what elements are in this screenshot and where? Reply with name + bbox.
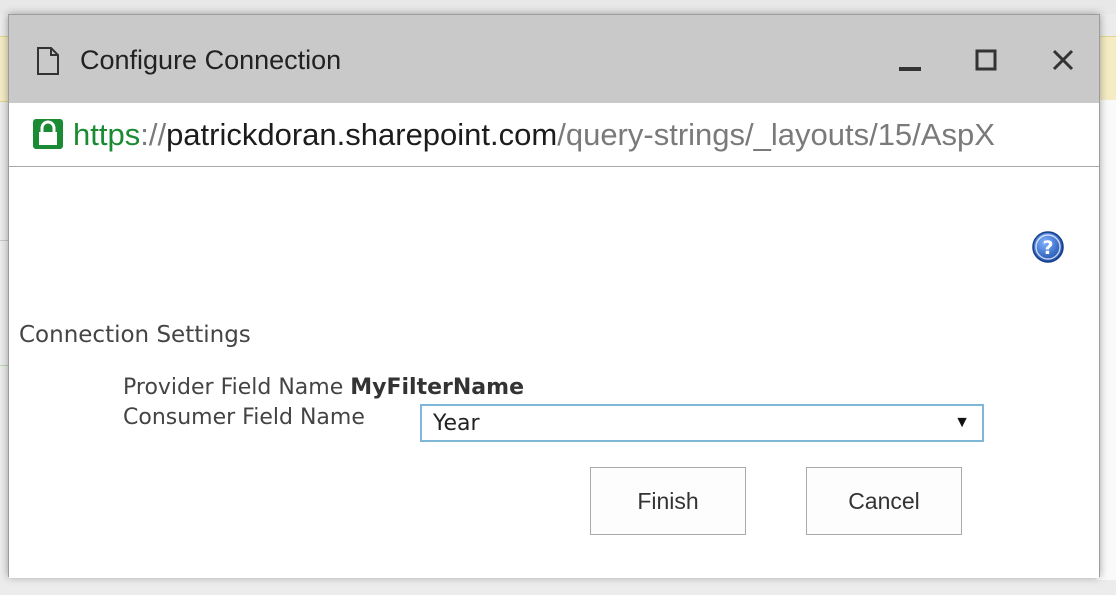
svg-text:?: ? xyxy=(1042,237,1053,259)
consumer-field-label: Consumer Field Name xyxy=(123,405,365,430)
help-icon[interactable]: ? xyxy=(1031,230,1065,264)
consumer-field-select[interactable]: Year ▼ xyxy=(420,404,984,442)
consumer-field-selected-value: Year xyxy=(433,410,480,436)
address-bar[interactable]: https://patrickdoran.sharepoint.com/quer… xyxy=(9,103,1099,167)
url-host: patrickdoran.sharepoint.com xyxy=(166,117,558,152)
minimize-button[interactable] xyxy=(893,43,927,77)
maximize-button[interactable] xyxy=(969,43,1003,77)
lock-icon xyxy=(33,119,63,149)
url-separator: :// xyxy=(140,117,167,152)
document-icon xyxy=(37,47,59,75)
close-button[interactable] xyxy=(1046,43,1080,77)
chevron-down-icon: ▼ xyxy=(954,414,970,431)
dialog-titlebar[interactable]: Configure Connection xyxy=(9,15,1099,103)
maximize-icon xyxy=(975,49,997,71)
configure-connection-dialog: Configure Connection https://patrickdora… xyxy=(8,14,1100,578)
finish-button[interactable]: Finish xyxy=(590,467,746,535)
connection-settings-heading: Connection Settings xyxy=(19,322,251,348)
dialog-title: Configure Connection xyxy=(80,45,342,75)
background-page-top xyxy=(0,0,1116,14)
cancel-button[interactable]: Cancel xyxy=(806,467,962,535)
minimize-icon xyxy=(899,67,921,71)
provider-field-label: Provider Field Name xyxy=(123,375,344,400)
address-url: https://patrickdoran.sharepoint.com/quer… xyxy=(73,116,995,154)
close-icon xyxy=(1052,49,1074,71)
url-path: /query-strings/_layouts/15/AspX xyxy=(557,117,995,152)
provider-field-value: MyFilterName xyxy=(350,375,524,400)
provider-field-row: Provider Field Name MyFilterName xyxy=(123,375,524,400)
dialog-content: ? Connection Settings Provider Field Nam… xyxy=(9,167,1099,578)
url-scheme: https xyxy=(73,117,141,152)
